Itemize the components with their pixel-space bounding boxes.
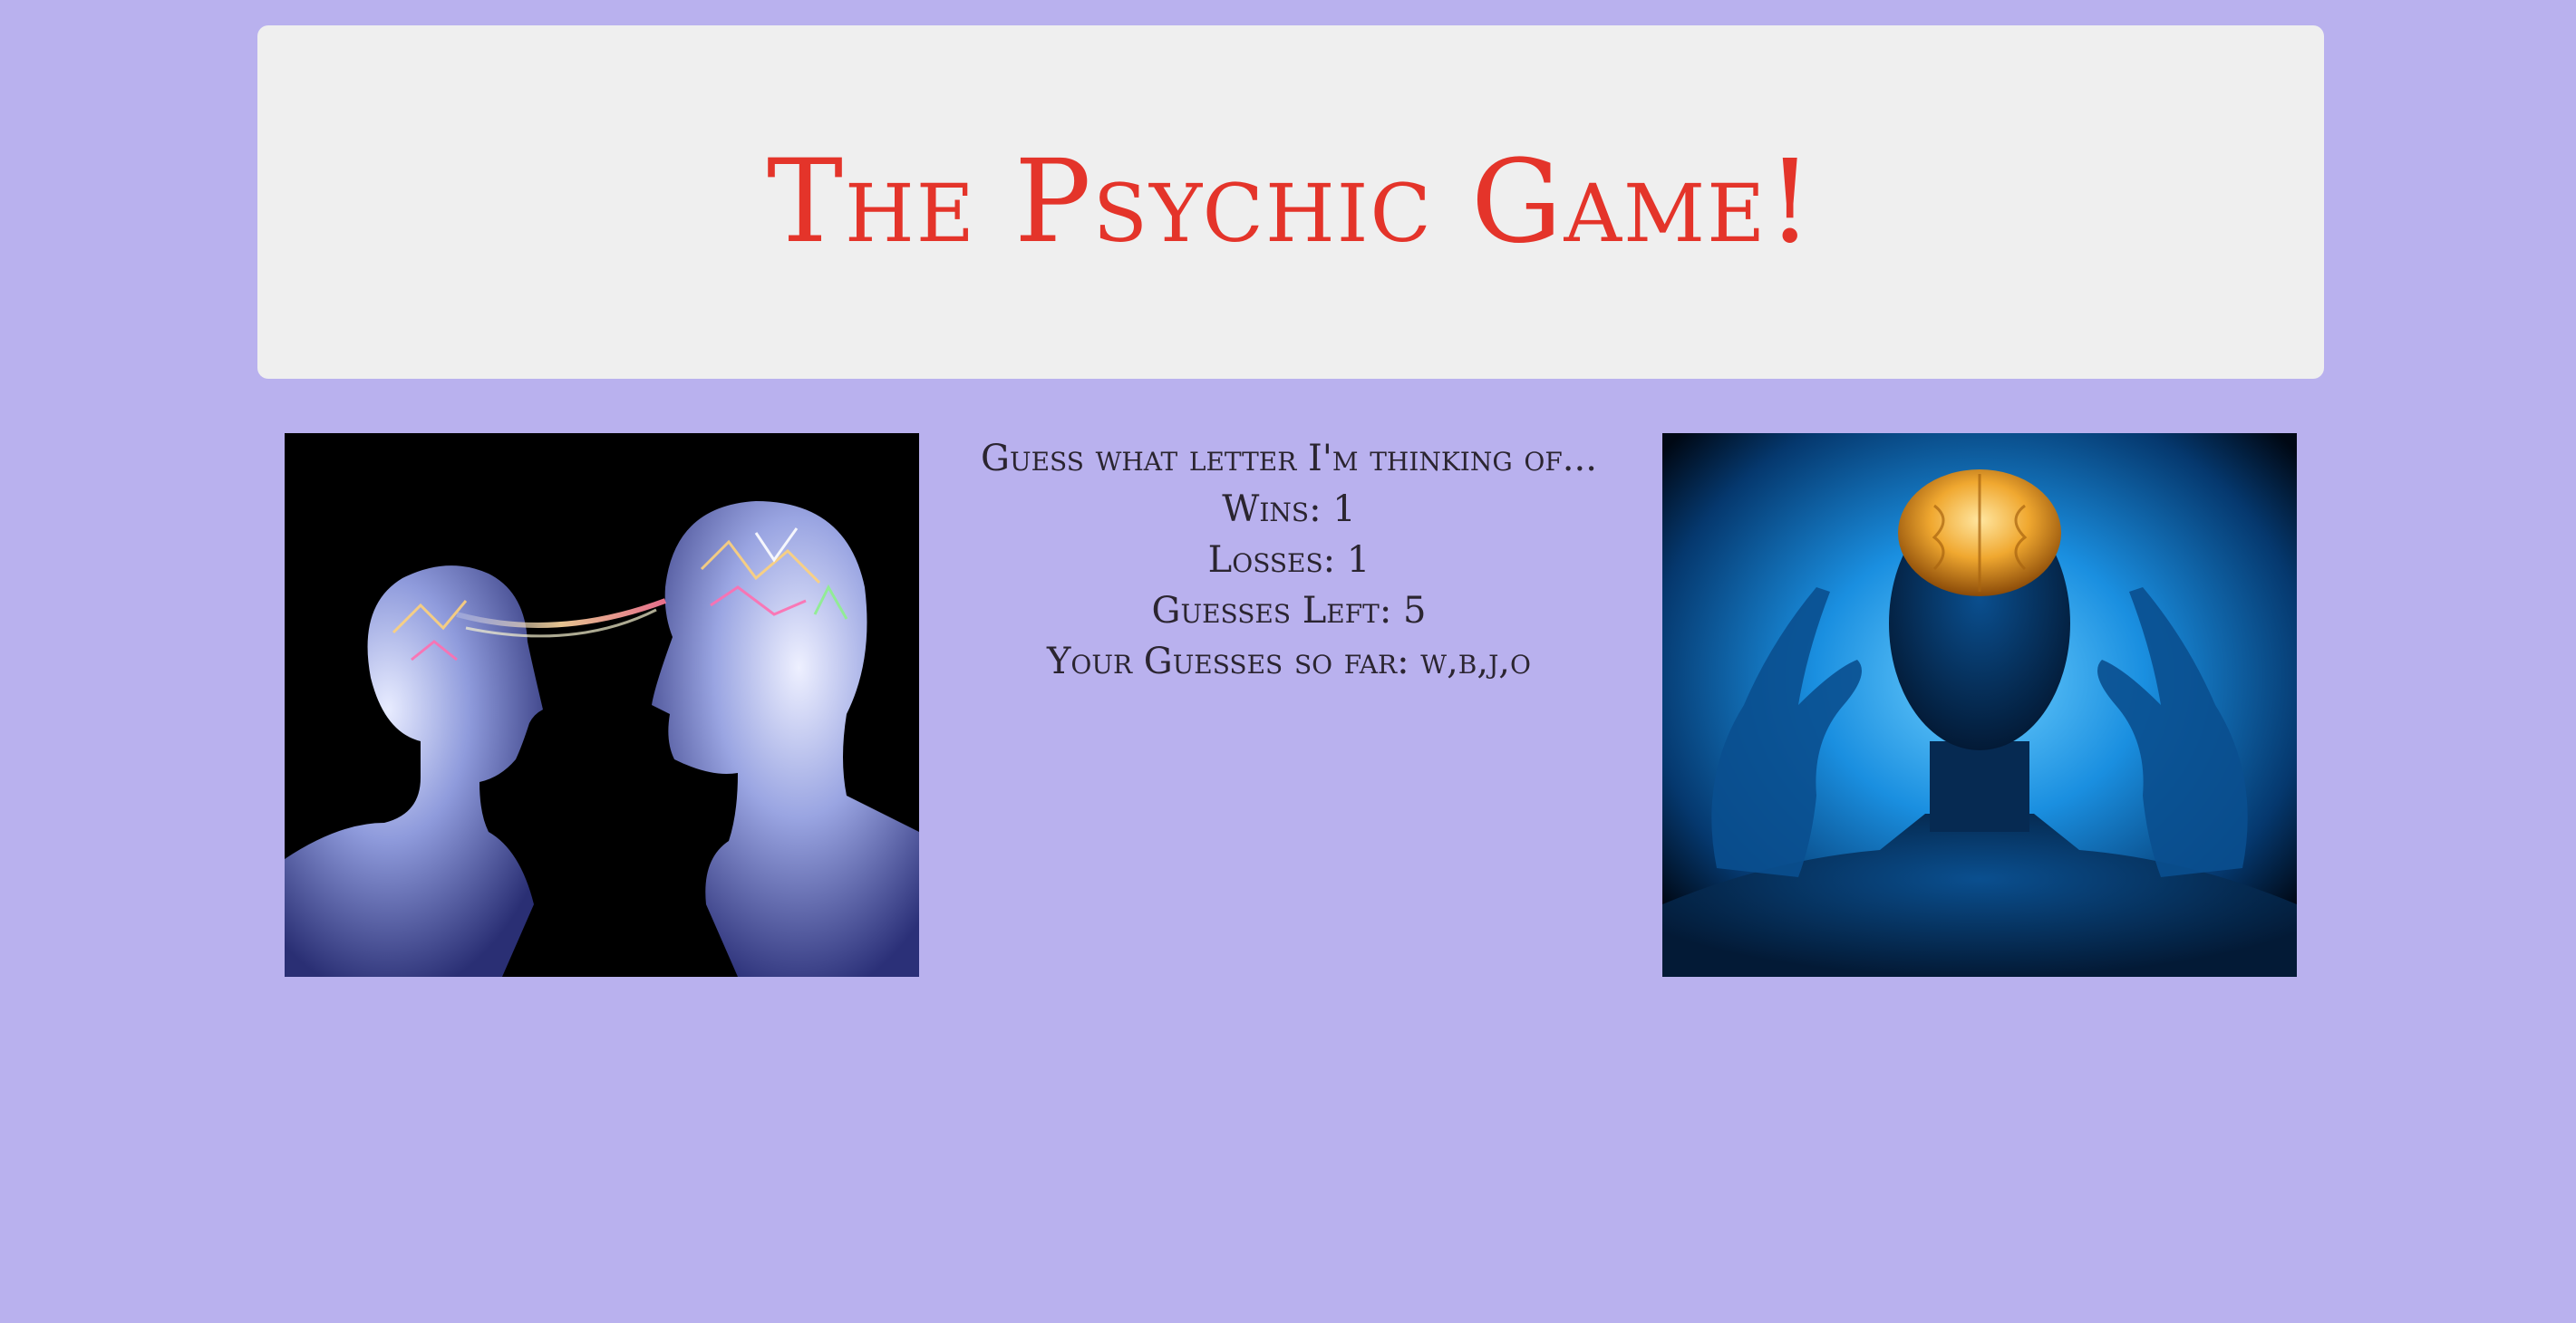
losses-value: 1	[1346, 539, 1370, 581]
guesses-left-label: Guesses Left:	[1151, 590, 1404, 632]
guesses-so-far-label: Your Guesses so far:	[1047, 641, 1421, 682]
guesses-left-value: 5	[1403, 590, 1427, 632]
wins-row: Wins: 1	[961, 484, 1617, 535]
page-title: The Psychic Game!	[766, 135, 1816, 268]
game-info: Guess what letter I'm thinking of... Win…	[961, 433, 1617, 687]
guesses-left-row: Guesses Left: 5	[961, 585, 1617, 636]
game-prompt: Guess what letter I'm thinking of...	[981, 438, 1597, 479]
losses-label: Losses:	[1207, 539, 1347, 581]
telepathy-image	[285, 433, 919, 977]
wins-label: Wins:	[1222, 488, 1333, 530]
brain-image	[1662, 433, 2297, 977]
guesses-so-far-value: w,b,j,o	[1420, 641, 1531, 682]
guesses-so-far-row: Your Guesses so far: w,b,j,o	[961, 636, 1617, 687]
wins-value: 1	[1332, 488, 1356, 530]
losses-row: Losses: 1	[961, 535, 1617, 585]
header-jumbotron: The Psychic Game!	[257, 25, 2324, 379]
